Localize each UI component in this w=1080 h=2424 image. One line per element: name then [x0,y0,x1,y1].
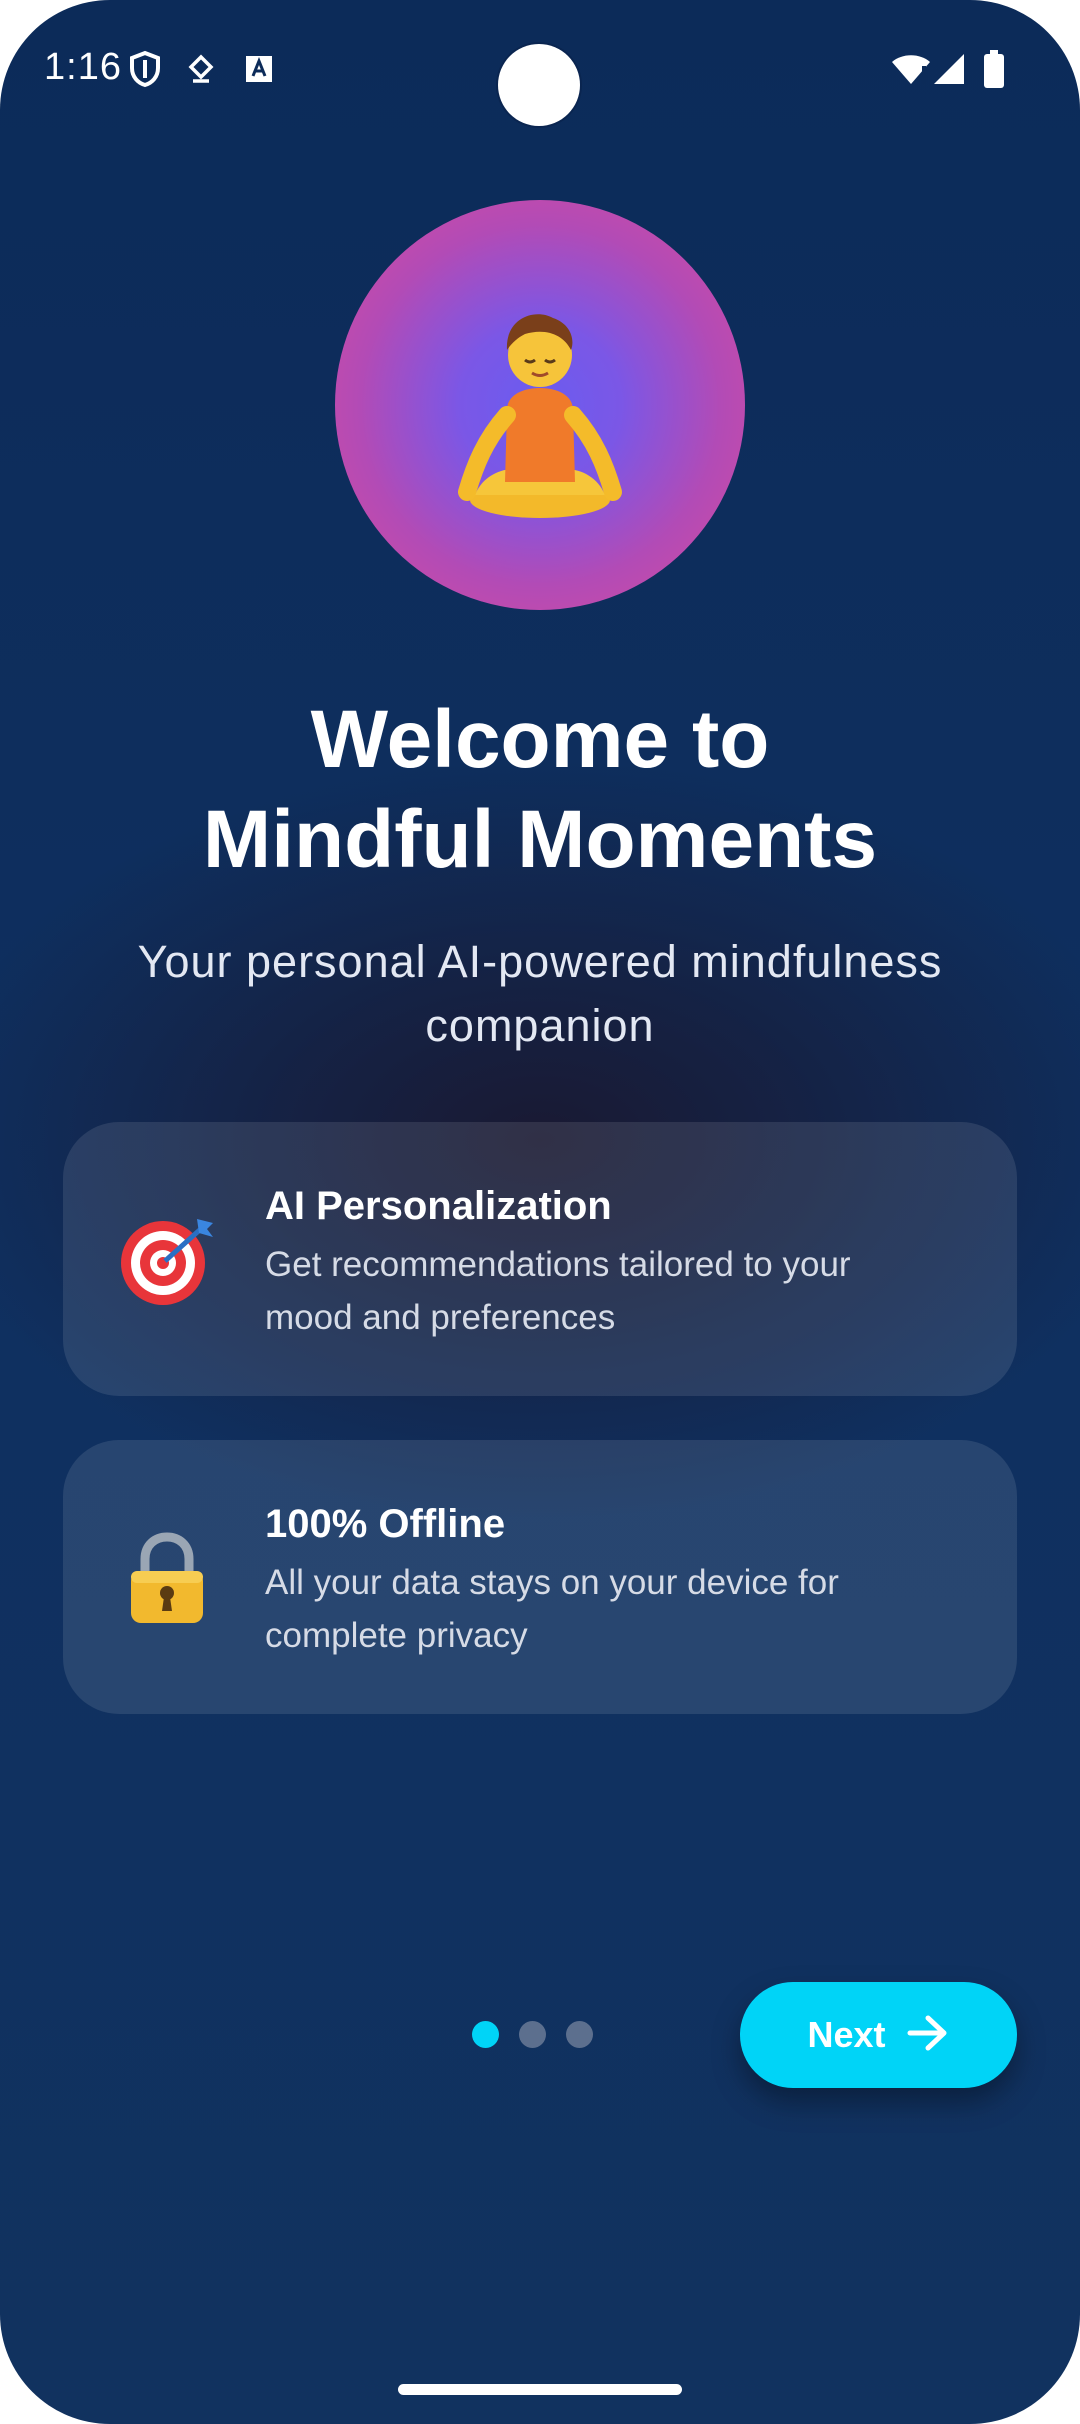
subtitle-line-2: companion [425,1000,655,1051]
feature-card-offline: 100% Offline All your data stays on your… [63,1440,1017,1714]
page-dot-1[interactable] [472,2021,499,2048]
battery-icon [983,50,1005,93]
next-button-label: Next [807,2014,886,2055]
feature-description-line-2: complete privacy [265,1616,528,1655]
onboarding-screen: 1:16 Welcome to Mindful Moments Your per… [0,0,1080,2424]
page-dot-3[interactable] [566,2021,593,2048]
shield-icon [128,50,162,93]
pin-icon [187,54,215,91]
feature-description-line-1: Get recommendations tailored to your [265,1245,851,1284]
page-title: Welcome to Mindful Moments [0,690,1080,890]
page-dot-2[interactable] [519,2021,546,2048]
subtitle-line-1: Your personal AI-powered mindfulness [137,936,943,987]
meditation-icon [335,200,745,610]
feature-description-line-1: All your data stays on your device for [265,1563,839,1602]
wifi-alert-icon [890,52,932,91]
page-subtitle: Your personal AI-powered mindfulness com… [90,930,990,1058]
status-time: 1:16 [44,46,122,88]
feature-description: Get recommendations tailored to your moo… [265,1238,965,1344]
feature-description: All your data stays on your device for c… [265,1556,965,1662]
feature-card-ai-personalization: AI Personalization Get recommendations t… [63,1122,1017,1396]
lock-icon [117,1527,217,1627]
font-badge-icon [245,55,273,88]
home-indicator[interactable] [398,2384,682,2395]
signal-icon [932,52,966,91]
title-line-2: Mindful Moments [202,794,878,885]
feature-title: AI Personalization [265,1184,612,1228]
feature-description-line-2: mood and preferences [265,1298,616,1337]
title-line-1: Welcome to [310,694,770,785]
arrow-right-icon [906,2013,950,2058]
target-icon [117,1209,217,1309]
feature-title: 100% Offline [265,1502,506,1546]
front-camera [498,44,580,126]
status-bar: 1:16 [0,0,1080,140]
next-button[interactable]: Next [740,1982,1017,2088]
